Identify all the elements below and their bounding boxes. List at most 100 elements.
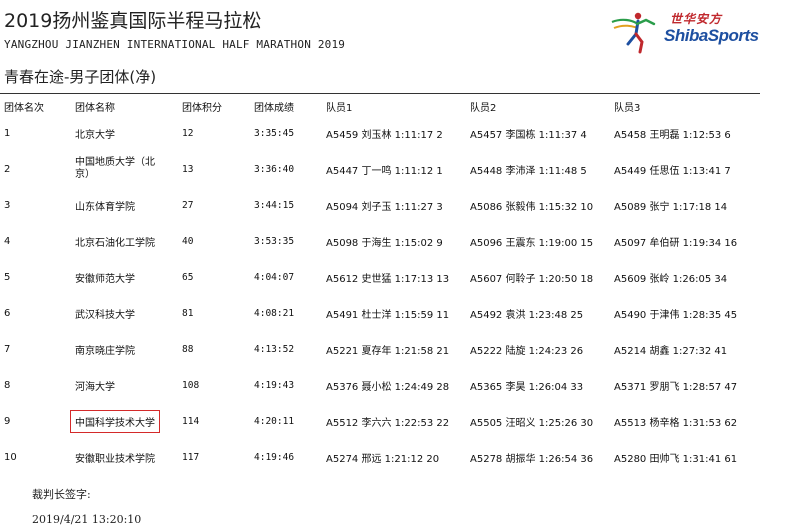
table-row: 10 安徽职业技术学院 117 4:19:46 A5274 邢远 1:21:12… xyxy=(0,439,780,475)
table-row: 1 北京大学 12 3:35:45 A5459 刘玉林 1:11:17 2 A5… xyxy=(0,115,780,151)
team-cell: 北京石油化工学院 xyxy=(75,237,155,249)
member-cell: A5448 李沛泽 1:11:48 5 xyxy=(470,165,587,177)
team-cell: 中国科学技术大学 xyxy=(70,403,178,439)
page-title: 2019扬州鉴真国际半程马拉松 xyxy=(4,10,262,32)
column-header: 队员1 xyxy=(326,102,353,114)
points-cell: 40 xyxy=(182,235,194,247)
time-cell: 4:13:52 xyxy=(254,343,295,355)
table-row: 5 安徽师范大学 65 4:04:07 A5612 史世猛 1:17:13 13… xyxy=(0,259,780,295)
results-table: 团体名次 团体名称 团体积分 团体成绩 队员1 队员2 队员3 1 北京大学 1… xyxy=(0,97,780,475)
member-cell: A5089 张宁 1:17:18 14 xyxy=(614,201,728,213)
rank-cell: 5 xyxy=(4,271,11,283)
points-cell: 13 xyxy=(182,163,194,175)
rank-cell: 4 xyxy=(4,235,11,247)
member-cell: A5278 胡振华 1:26:54 36 xyxy=(470,453,594,465)
member-cell: A5459 刘玉林 1:11:17 2 xyxy=(326,129,443,141)
table-row: 4 北京石油化工学院 40 3:53:35 A5098 于海生 1:15:02 … xyxy=(0,223,780,259)
member-cell: A5096 王震东 1:19:00 15 xyxy=(470,237,594,249)
points-cell: 27 xyxy=(182,199,194,211)
team-name: 中国地质大学（北京） xyxy=(75,157,155,180)
team-cell: 南京晓庄学院 xyxy=(75,345,135,357)
member-cell: A5280 田帅飞 1:31:41 61 xyxy=(614,453,738,465)
column-header: 团体积分 xyxy=(182,102,222,114)
member-cell: A5221 夏存年 1:21:58 21 xyxy=(326,345,450,357)
member-cell: A5447 丁一鸣 1:11:12 1 xyxy=(326,165,443,177)
time-cell: 4:04:07 xyxy=(254,271,295,283)
rank-cell: 7 xyxy=(4,343,11,355)
page-title-english: YANGZHOU JIANZHEN INTERNATIONAL HALF MAR… xyxy=(4,38,346,51)
member-cell: A5449 任思伍 1:13:41 7 xyxy=(614,165,731,177)
points-cell: 88 xyxy=(182,343,194,355)
column-header: 队员2 xyxy=(470,102,497,114)
category-subtitle: 青春在途-男子团体(净) xyxy=(4,68,157,86)
rank-cell: 9 xyxy=(4,415,11,427)
table-row: 3 山东体育学院 27 3:44:15 A5094 刘子玉 1:11:27 3 … xyxy=(0,187,780,223)
member-cell: A5491 杜士洋 1:15:59 11 xyxy=(326,309,450,321)
time-cell: 4:19:43 xyxy=(254,379,295,391)
header-divider xyxy=(0,93,760,94)
rank-cell: 6 xyxy=(4,307,11,319)
team-cell: 安徽职业技术学院 xyxy=(75,453,155,465)
rank-cell: 1 xyxy=(4,127,11,139)
brand-english: ShibaSports xyxy=(664,26,759,45)
member-cell: A5512 李六六 1:22:53 22 xyxy=(326,417,450,429)
table-row: 7 南京晓庄学院 88 4:13:52 A5221 夏存年 1:21:58 21… xyxy=(0,331,780,367)
sponsor-logo: 世华安方 ShibaSports xyxy=(608,8,768,58)
member-cell: A5376 聂小松 1:24:49 28 xyxy=(326,381,450,393)
team-cell: 河海大学 xyxy=(75,381,115,393)
points-cell: 117 xyxy=(182,451,200,463)
member-cell: A5457 李国栋 1:11:37 4 xyxy=(470,129,587,141)
points-cell: 81 xyxy=(182,307,194,319)
column-header: 团体成绩 xyxy=(254,102,294,114)
rank-cell: 10 xyxy=(4,451,17,463)
points-cell: 12 xyxy=(182,127,194,139)
brand-chinese: 世华安方 xyxy=(670,12,723,26)
points-cell: 108 xyxy=(182,379,200,391)
member-cell: A5492 袁洪 1:23:48 25 xyxy=(470,309,584,321)
team-cell: 中国地质大学（北京） xyxy=(71,151,178,187)
time-cell: 4:20:11 xyxy=(254,415,295,427)
runner-logo-icon xyxy=(611,12,656,54)
table-row: 8 河海大学 108 4:19:43 A5376 聂小松 1:24:49 28 … xyxy=(0,367,780,403)
points-cell: 65 xyxy=(182,271,194,283)
member-cell: A5214 胡鑫 1:27:32 41 xyxy=(614,345,728,357)
table-row: 2 中国地质大学（北京） 13 3:36:40 A5447 丁一鸣 1:11:1… xyxy=(0,151,780,187)
team-cell: 北京大学 xyxy=(75,129,115,141)
rank-cell: 2 xyxy=(4,163,11,175)
member-cell: A5094 刘子玉 1:11:27 3 xyxy=(326,201,443,213)
print-timestamp: 2019/4/21 13:20:10 xyxy=(32,513,142,526)
rank-cell: 3 xyxy=(4,199,11,211)
table-header-row: 团体名次 团体名称 团体积分 团体成绩 队员1 队员2 队员3 xyxy=(0,97,780,115)
column-header: 队员3 xyxy=(614,102,641,114)
member-cell: A5612 史世猛 1:17:13 13 xyxy=(326,273,450,285)
time-cell: 3:35:45 xyxy=(254,127,295,139)
time-cell: 3:53:35 xyxy=(254,235,295,247)
member-cell: A5490 于津伟 1:28:35 45 xyxy=(614,309,738,321)
member-cell: A5097 牟伯研 1:19:34 16 xyxy=(614,237,738,249)
time-cell: 3:36:40 xyxy=(254,163,295,175)
member-cell: A5086 张毅伟 1:15:32 10 xyxy=(470,201,594,213)
team-cell: 武汉科技大学 xyxy=(75,309,135,321)
team-cell: 山东体育学院 xyxy=(75,201,135,213)
member-cell: A5365 李昊 1:26:04 33 xyxy=(470,381,584,393)
member-cell: A5458 王明磊 1:12:53 6 xyxy=(614,129,731,141)
column-header: 团体名称 xyxy=(75,102,115,114)
highlighted-team-name: 中国科学技术大学 xyxy=(70,409,160,433)
table-row: 9 中国科学技术大学 114 4:20:11 A5512 李六六 1:22:53… xyxy=(0,403,780,439)
judge-signature-label: 裁判长签字: xyxy=(32,488,91,501)
member-cell: A5609 张岭 1:26:05 34 xyxy=(614,273,728,285)
member-cell: A5607 何聆子 1:20:50 18 xyxy=(470,273,594,285)
column-header: 团体名次 xyxy=(4,102,44,114)
member-cell: A5098 于海生 1:15:02 9 xyxy=(326,237,443,249)
points-cell: 114 xyxy=(182,415,200,427)
time-cell: 4:19:46 xyxy=(254,451,295,463)
time-cell: 3:44:15 xyxy=(254,199,295,211)
time-cell: 4:08:21 xyxy=(254,307,295,319)
member-cell: A5513 杨辛格 1:31:53 62 xyxy=(614,417,738,429)
member-cell: A5222 陆旋 1:24:23 26 xyxy=(470,345,584,357)
member-cell: A5505 汪昭义 1:25:26 30 xyxy=(470,417,594,429)
team-cell: 安徽师范大学 xyxy=(75,273,135,285)
member-cell: A5371 罗朋飞 1:28:57 47 xyxy=(614,381,738,393)
table-row: 6 武汉科技大学 81 4:08:21 A5491 杜士洋 1:15:59 11… xyxy=(0,295,780,331)
member-cell: A5274 邢远 1:21:12 20 xyxy=(326,453,440,465)
